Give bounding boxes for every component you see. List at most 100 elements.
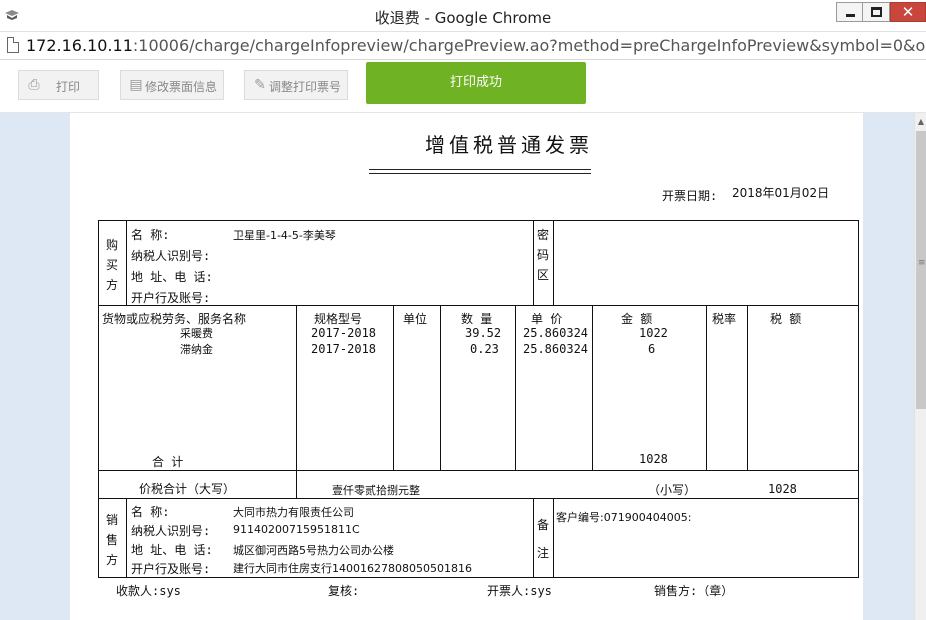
print-button[interactable]: ⎙ 打印 (18, 70, 99, 100)
total-amount: 1028 (639, 452, 668, 466)
buyer-label-char: 买 (105, 258, 118, 272)
print-button-label: 打印 (55, 80, 80, 94)
buyer-name-label: 名 称: (131, 228, 170, 242)
divider (515, 305, 516, 470)
cipher-label-char: 密 (536, 228, 549, 242)
item-price: 25.860324 (523, 342, 589, 356)
url-text[interactable]: 172.16.10.11:10006/charge/chargeInfoprev… (26, 36, 926, 55)
vertical-scrollbar[interactable]: ▲ ≡ (914, 113, 926, 620)
divider (533, 498, 534, 577)
buyer-name-value: 卫星里-1-4-5-李美琴 (233, 229, 336, 242)
invoice-paper: 增值税普通发票 开票日期: 2018年01月02日 购 买 方 名 称: 卫星里… (70, 113, 863, 620)
remark-label-char: 注 (536, 546, 549, 560)
window-titlebar: 收退费 - Google Chrome ✕ (0, 0, 926, 32)
invoice-title: 增值税普通发票 (425, 133, 593, 157)
item-amount: 6 (648, 342, 656, 356)
seller-section-label: 销 售 方 (105, 510, 119, 570)
seller-address-label: 地 址、电 话: (131, 543, 213, 557)
item-spec: 2017-2018 (311, 326, 377, 340)
divider (393, 305, 394, 470)
item-goods: 采暖费 (180, 327, 213, 340)
buyer-section-label: 购 买 方 (105, 235, 119, 295)
cipher-label-char: 区 (536, 268, 549, 282)
grand-total-lower-value: 1028 (768, 482, 797, 496)
title-underline (369, 169, 591, 170)
divider (440, 305, 441, 470)
seller-address-value: 城区御河西路5号热力公司办公楼 (233, 544, 394, 557)
window-title: 收退费 - Google Chrome (374, 9, 552, 27)
divider (126, 220, 127, 305)
remark-label-char: 备 (536, 518, 549, 532)
col-tax-header: 税 额 (770, 312, 802, 326)
seller-label-char: 销 (105, 513, 118, 527)
issuer: 开票人:sys (487, 584, 552, 598)
col-spec-header: 规格型号 (314, 312, 363, 326)
grand-total-label: 价税合计（大写） (139, 482, 236, 496)
date-value: 2018年01月02日 (732, 186, 830, 200)
remark-value: 客户编号:071900404005: (556, 511, 692, 524)
divider (706, 305, 707, 470)
address-bar[interactable]: 172.16.10.11:10006/charge/chargeInfoprev… (0, 32, 926, 60)
item-spec: 2017-2018 (311, 342, 377, 356)
grand-total-lower-label: （小写） (648, 483, 697, 497)
item-qty: 0.23 (470, 342, 499, 356)
col-goods-header: 货物或应税劳务、服务名称 (102, 312, 247, 326)
url-path: :10006/charge/chargeInfopreview/chargePr… (132, 36, 926, 55)
col-rate-header: 税率 (712, 312, 737, 326)
buyer-address-label: 地 址、电 话: (131, 270, 213, 284)
preview-area: 增值税普通发票 开票日期: 2018年01月02日 购 买 方 名 称: 卫星里… (0, 113, 914, 620)
divider (98, 470, 859, 471)
adjust-print-number-label: 调整打印票号 (268, 80, 341, 94)
divider (592, 305, 593, 470)
divider (98, 498, 859, 499)
item-price: 25.860324 (523, 326, 589, 340)
scrollbar-thumb[interactable]: ≡ (916, 131, 926, 409)
cipher-area-label: 密 码 区 (536, 225, 550, 285)
divider (98, 305, 859, 306)
buyer-bank-label: 开户行及账号: (131, 291, 211, 305)
seller-tax-id-value: 911402007159518​11C (233, 523, 360, 536)
title-underline (369, 173, 591, 174)
item-amount: 1022 (639, 326, 668, 340)
grand-total-upper: 壹仟零贰拾捌元整 (332, 484, 420, 497)
url-host: 172.16.10.11 (26, 36, 133, 55)
buyer-tax-id-label: 纳税人识别号: (131, 249, 211, 263)
divider (533, 220, 534, 305)
edit-invoice-label: 修改票面信息 (144, 80, 217, 94)
page-icon (7, 37, 19, 53)
minimize-button[interactable] (836, 2, 864, 22)
adjust-print-number-button[interactable]: ✎ 调整打印票号 (244, 70, 348, 100)
maximize-button[interactable] (862, 2, 890, 22)
edit-invoice-button[interactable]: ▤ 修改票面信息 (120, 70, 224, 100)
col-price-header: 单 价 (531, 312, 563, 326)
divider (126, 498, 127, 577)
print-success-toast: 打印成功 (366, 62, 586, 104)
date-label: 开票日期: (662, 189, 718, 203)
minimize-icon (846, 14, 855, 17)
close-button[interactable]: ✕ (890, 2, 926, 22)
close-icon: ✕ (901, 3, 915, 21)
total-label: 合 计 (152, 455, 184, 469)
payee: 收款人:sys (116, 584, 181, 598)
seller-bank-value: 建行大同市住房支行14001627808050501816 (233, 562, 472, 575)
reviewer: 复核: (328, 584, 360, 598)
col-unit-header: 单位 (403, 312, 428, 326)
buyer-label-char: 购 (105, 238, 118, 252)
seller-bank-label: 开户行及账号: (131, 562, 211, 576)
seller-signature: 销售方:（章） (654, 584, 734, 598)
seller-label-char: 售 (105, 533, 118, 547)
col-amount-header: 金 额 (621, 312, 653, 326)
item-qty: 39.52 (465, 326, 502, 340)
item-goods: 滞纳金 (180, 343, 213, 356)
divider (553, 498, 554, 577)
divider (553, 220, 554, 305)
seller-name-value: 大同市热力有限责任公司 (233, 506, 354, 519)
grip-icon: ≡ (918, 258, 926, 268)
seller-label-char: 方 (105, 553, 118, 567)
seller-name-label: 名 称: (131, 505, 170, 519)
divider (747, 305, 748, 470)
scroll-up-icon[interactable]: ▲ (916, 117, 926, 127)
remark-label: 备 注 (536, 511, 550, 567)
seller-tax-id-label: 纳税人识别号: (131, 524, 211, 538)
maximize-icon (871, 7, 882, 17)
